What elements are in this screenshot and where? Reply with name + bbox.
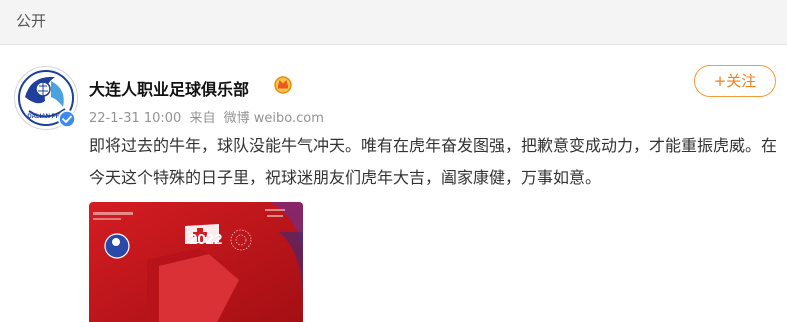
post-image[interactable]: 2022 xyxy=(89,202,303,322)
image-thumbnail: 2022 xyxy=(89,202,303,322)
verified-badge xyxy=(58,110,76,128)
post-meta: 22-1-31 10:00 来自 微博 weibo.com xyxy=(89,107,328,126)
post-source-name: 微博 weibo.com xyxy=(223,111,324,126)
post-text: 即将过去的牛年，球队没能牛气冲天。唯有在虎年奋发图强，把歉意变成动力，才能重振虎… xyxy=(89,136,778,187)
author-name[interactable]: 大连人职业足球俱乐部 xyxy=(89,76,249,100)
follow-button[interactable]: +关注 xyxy=(694,65,776,97)
visibility-label: 公开 xyxy=(16,12,47,30)
vip-badge[interactable] xyxy=(273,74,293,94)
image-year-text: 2022 xyxy=(189,231,222,248)
post-source-prefix: 来自 xyxy=(189,111,216,126)
post-date[interactable]: 22-1-31 10:00 xyxy=(89,111,181,126)
crown-icon xyxy=(274,76,292,94)
visibility-bar: 公开 xyxy=(0,0,787,45)
verified-check-icon xyxy=(58,110,76,128)
